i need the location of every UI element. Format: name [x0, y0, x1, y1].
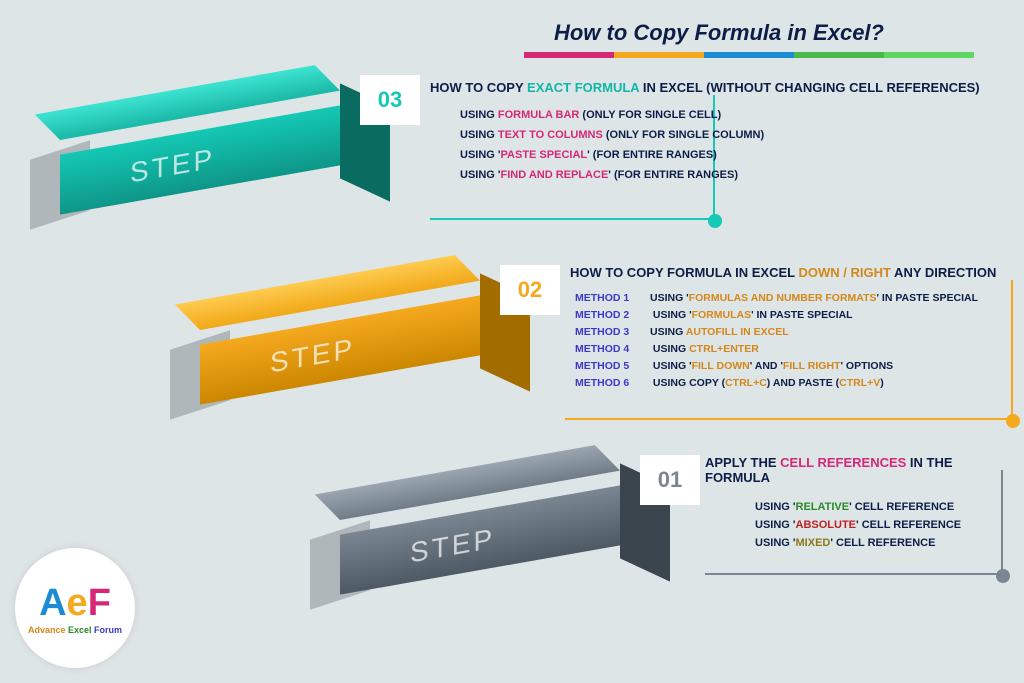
- step-02-method-4: METHOD 4 USING CTRL+ENTER: [575, 343, 1020, 355]
- step-02-content: HOW TO COPY FORMULA IN EXCEL DOWN / RIGH…: [570, 265, 1020, 394]
- step-02-method-1: METHOD 1USING 'FORMULAS AND NUMBER FORMA…: [575, 292, 1020, 304]
- step-03-item-3: USING 'PASTE SPECIAL' (FOR ENTIRE RANGES…: [460, 149, 1010, 161]
- step-01-block: STEP 01: [340, 510, 680, 630]
- step-02-method-6: METHOD 6 USING COPY (CTRL+C) AND PASTE (…: [575, 377, 1020, 389]
- step-02-method-3: METHOD 3USING AUTOFILL IN EXCEL: [575, 326, 1020, 338]
- step-01-number: 01: [640, 455, 700, 505]
- brand-logo: AeF Advance Excel Forum: [15, 548, 135, 668]
- step-02-number: 02: [500, 265, 560, 315]
- step-01-content: APPLY THE CELL REFERENCES IN THE FORMULA…: [705, 455, 1015, 555]
- step-02-dot: [1006, 414, 1020, 428]
- step-01-heading: APPLY THE CELL REFERENCES IN THE FORMULA: [705, 455, 1015, 485]
- step-03-content: HOW TO COPY EXACT FORMULA IN EXCEL (WITH…: [430, 80, 1010, 189]
- step-01-item-3: USING 'MIXED' CELL REFERENCE: [755, 537, 1015, 549]
- title-color-bar: [524, 52, 974, 58]
- step-03-dot: [708, 214, 722, 228]
- step-03-item-2: USING TEXT TO COLUMNS (ONLY FOR SINGLE C…: [460, 129, 1010, 141]
- step-03-item-4: USING 'FIND AND REPLACE' (FOR ENTIRE RAN…: [460, 169, 1010, 181]
- step-02-method-5: METHOD 5 USING 'FILL DOWN' AND 'FILL RIG…: [575, 360, 1020, 372]
- logo-text: Advance Excel Forum: [28, 625, 122, 635]
- step-03-number: 03: [360, 75, 420, 125]
- step-03-block: STEP 03: [60, 130, 400, 250]
- step-02-block: STEP 02: [200, 320, 540, 440]
- page-title: How to Copy Formula in Excel?: [554, 20, 884, 46]
- step-01-item-2: USING 'ABSOLUTE' CELL REFERENCE: [755, 519, 1015, 531]
- step-02-method-2: METHOD 2 USING 'FORMULAS' IN PASTE SPECI…: [575, 309, 1020, 321]
- step-01-item-1: USING 'RELATIVE' CELL REFERENCE: [755, 501, 1015, 513]
- step-01-dot: [996, 569, 1010, 583]
- step-03-heading: HOW TO COPY EXACT FORMULA IN EXCEL (WITH…: [430, 80, 1010, 95]
- logo-icon: AeF: [39, 582, 111, 625]
- step-02-heading: HOW TO COPY FORMULA IN EXCEL DOWN / RIGH…: [570, 265, 1020, 280]
- step-03-item-1: USING FORMULA BAR (ONLY FOR SINGLE CELL): [460, 109, 1010, 121]
